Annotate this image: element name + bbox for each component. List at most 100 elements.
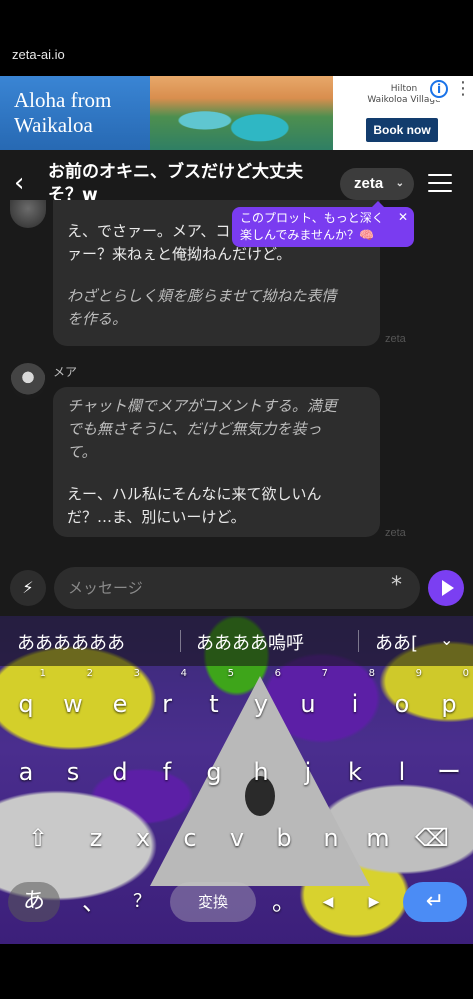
key-u[interactable]: u7 <box>286 668 330 730</box>
key-c[interactable]: c <box>168 812 212 864</box>
chat-messages[interactable]: え、でさァー。メア、コ ァー？来ねぇと俺拗ねんだけど。 わざとらしく頬を膨らませ… <box>0 200 473 560</box>
key-x[interactable]: x <box>121 812 165 864</box>
key-f[interactable]: f <box>145 746 189 798</box>
key-i[interactable]: i8 <box>333 668 377 730</box>
chevron-down-icon: ⌄ <box>395 178 404 189</box>
key-label: e <box>112 690 128 718</box>
key-z[interactable]: z <box>74 812 118 864</box>
enter-key[interactable]: ↵ <box>403 882 467 922</box>
tooltip-line2: 楽しんでみませんか？🧠 <box>240 228 374 242</box>
ad-headline-line1: Aloha from <box>14 88 112 112</box>
ad-headline: Aloha from Waikaloa <box>14 88 111 138</box>
ad-headline-line2: Waikaloa <box>14 113 93 137</box>
soft-keyboard: ああああああ ああああ嗚呼 ああ[ ⌄ q1w2e3r4t5y6u7i8o9p0… <box>0 616 473 944</box>
key-p[interactable]: p0 <box>427 668 471 730</box>
key-h[interactable]: h <box>239 746 283 798</box>
suggestion-2[interactable]: ああああ嗚呼 <box>196 629 304 655</box>
message-action-line: て。 <box>67 443 97 461</box>
plot-suggestion-tooltip[interactable]: このプロット、もっと深く 楽しんでみませんか？🧠 ✕ <box>232 201 414 247</box>
cursor-right-key[interactable]: ▶ <box>352 876 396 928</box>
backspace-key[interactable]: ⌫ <box>410 812 454 864</box>
key-number-hint: 9 <box>415 668 422 679</box>
key-label: w <box>63 690 83 718</box>
key-l[interactable]: l <box>380 746 424 798</box>
key-d[interactable]: d <box>98 746 142 798</box>
key-number-hint: 7 <box>321 668 328 679</box>
message-action-line: チャット欄でメアがコメントする。満更 <box>67 397 337 415</box>
key-t[interactable]: t5 <box>192 668 236 730</box>
key-v[interactable]: v <box>215 812 259 864</box>
cursor-left-key[interactable]: ◀ <box>306 876 350 928</box>
language-key[interactable]: あ <box>8 882 60 922</box>
ad-choices[interactable]: i ⋮ <box>428 78 472 100</box>
hamburger-menu-icon[interactable] <box>428 174 452 194</box>
suggestion-1[interactable]: ああああああ <box>17 629 125 655</box>
key-number-hint: 2 <box>86 668 93 679</box>
suggestion-bar: ああああああ ああああ嗚呼 ああ[ ⌄ <box>0 616 473 666</box>
key-number-hint: 8 <box>368 668 375 679</box>
key-label: p <box>441 690 457 718</box>
tooltip-line1: このプロット、もっと深く <box>240 211 384 225</box>
info-icon[interactable]: i <box>430 80 448 98</box>
key-number-hint: 5 <box>227 668 234 679</box>
close-icon[interactable]: ✕ <box>398 209 408 226</box>
model-selector-button[interactable]: zeta ⌄ <box>340 168 414 200</box>
key-e[interactable]: e3 <box>98 668 142 730</box>
key-k[interactable]: k <box>333 746 377 798</box>
bolt-icon[interactable]: ⚡ <box>10 570 46 606</box>
key-s[interactable]: s <box>51 746 95 798</box>
key-label: u <box>300 690 316 718</box>
key-number-hint: 6 <box>274 668 281 679</box>
suggestion-3[interactable]: ああ[ <box>375 629 418 655</box>
key-number-hint: 0 <box>462 668 469 679</box>
key-label: y <box>253 690 269 718</box>
message-line: えー、ハル私にそんなに来て欲しいん <box>67 485 322 503</box>
chat-title-line1: お前のオキニ、ブスだけど大丈夫 <box>48 162 303 182</box>
zeta-watermark: zeta <box>385 333 406 345</box>
ad-book-now-button[interactable]: Book now <box>366 118 438 142</box>
ad-left-panel: Aloha from Waikaloa <box>0 76 150 150</box>
browser-url-bar[interactable]: zeta-ai.io <box>0 36 473 76</box>
key-number-hint: 3 <box>133 668 140 679</box>
key-y[interactable]: y6 <box>239 668 283 730</box>
asterisk-icon[interactable]: * <box>391 573 402 598</box>
shift-key[interactable]: ⇧ <box>16 812 60 864</box>
message-bubble: チャット欄でメアがコメントする。満更 でも無さそうに、だけど無気力を装っ て。 … <box>53 387 380 537</box>
message-action-line: でも無さそうに、だけど無気力を装っ <box>67 420 322 438</box>
more-vert-icon[interactable]: ⋮ <box>454 80 472 98</box>
key-label: r <box>162 690 172 718</box>
key-label: t <box>209 690 219 718</box>
key-r[interactable]: r4 <box>145 668 189 730</box>
key-label: q <box>18 690 34 718</box>
key-g[interactable]: g <box>192 746 236 798</box>
system-nav-bar <box>0 944 473 999</box>
key-q[interactable]: q1 <box>4 668 48 730</box>
key-n[interactable]: n <box>309 812 353 864</box>
chevron-down-icon[interactable]: ⌄ <box>440 630 453 649</box>
url-text: zeta-ai.io <box>12 47 65 62</box>
message-input[interactable]: メッセージ <box>54 567 420 609</box>
message-action-line: を作る。 <box>67 310 128 328</box>
avatar[interactable] <box>10 200 46 228</box>
space-convert-key[interactable]: 変換 <box>170 882 256 922</box>
key-b[interactable]: b <box>262 812 306 864</box>
sender-name: メア <box>53 365 78 379</box>
message-action-line: わざとらしく頬を膨らませて拗ねた表情 <box>67 287 337 305</box>
back-icon[interactable]: ‹ <box>14 170 24 196</box>
send-button[interactable] <box>428 570 464 606</box>
model-label: zeta <box>354 175 384 192</box>
key-m[interactable]: m <box>356 812 400 864</box>
key-a[interactable]: a <box>4 746 48 798</box>
question-key[interactable]: ？ <box>120 876 164 928</box>
ad-resort-photo <box>150 76 333 150</box>
key-j[interactable]: j <box>286 746 330 798</box>
key-w[interactable]: w2 <box>51 668 95 730</box>
avatar[interactable] <box>10 363 46 399</box>
period-key[interactable]: 。 <box>262 876 306 928</box>
ad-banner[interactable]: Aloha from Waikaloa Hilton Waikoloa Vill… <box>0 76 473 150</box>
key-long-vowel[interactable]: ー <box>427 746 471 798</box>
key-o[interactable]: o9 <box>380 668 424 730</box>
zeta-watermark: zeta <box>385 527 406 539</box>
key-label: o <box>394 690 410 718</box>
comma-key[interactable]: 、 <box>72 876 116 928</box>
